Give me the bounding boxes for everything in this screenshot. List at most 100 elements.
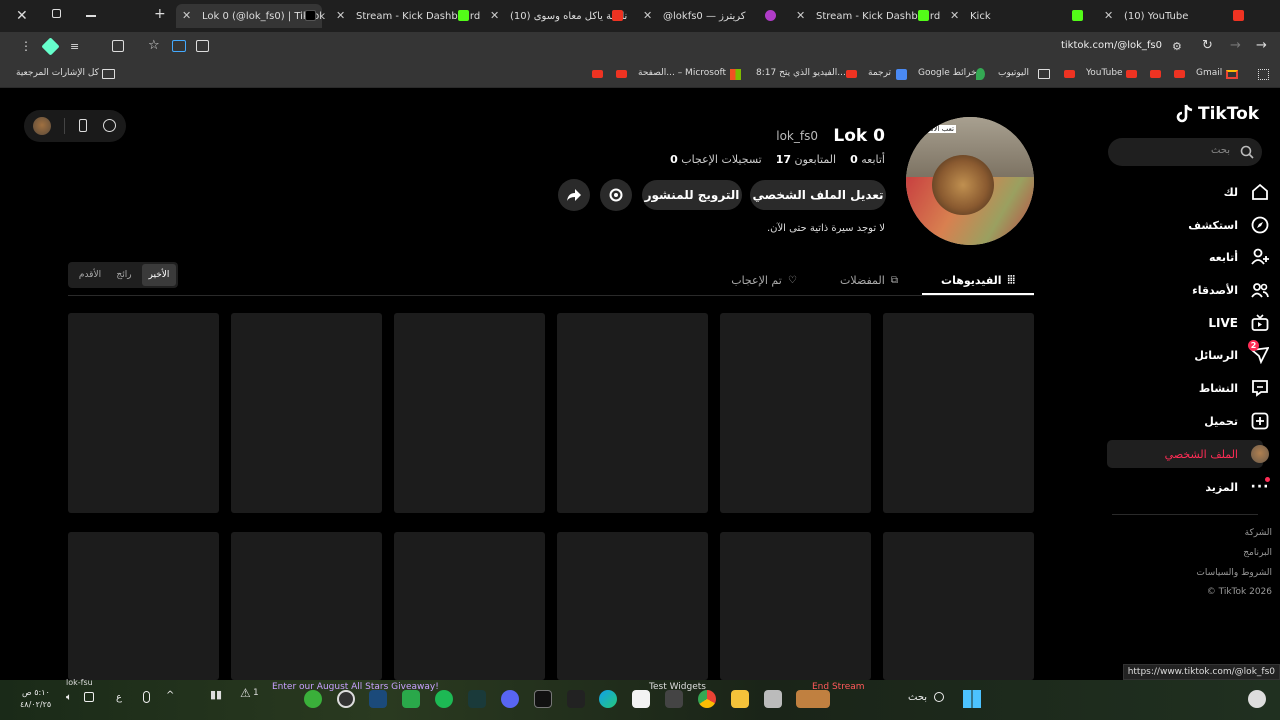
edit-profile-button[interactable]: تعديل الملف الشخصي <box>750 180 886 210</box>
back-icon[interactable]: → <box>1256 38 1267 53</box>
promote-post-button[interactable]: الترويج للمنشور <box>642 180 742 210</box>
window-restore-icon[interactable] <box>52 9 61 18</box>
tab-liked[interactable]: تم الإعجاب ♡ <box>714 266 814 294</box>
sidebar-item-messages[interactable]: الرسائل 2 <box>1120 340 1270 370</box>
video-card[interactable] <box>68 532 219 680</box>
sidebar-item-profile[interactable]: الملف الشخصي <box>1120 439 1270 469</box>
mini-avatar[interactable] <box>33 117 51 135</box>
video-card[interactable] <box>394 532 545 680</box>
sidebar-item-explore[interactable]: استكشف <box>1120 210 1270 240</box>
chart-widget-icon[interactable]: ▮▮ <box>210 688 222 701</box>
tiktok-logo[interactable]: TikTok <box>1176 104 1259 124</box>
compass-small-icon[interactable] <box>103 119 116 132</box>
tab-close-icon[interactable]: ✕ <box>336 10 348 22</box>
youtube-bookmark-icon[interactable] <box>616 70 627 78</box>
folder-app-icon[interactable] <box>731 690 749 708</box>
search-input[interactable]: بحث <box>1108 138 1262 166</box>
tab-kick-dashboard-2[interactable]: ✕ Stream - Kick Dashboard <box>790 4 940 28</box>
footer-company[interactable]: الشركة <box>1245 528 1272 538</box>
bookmark-translate[interactable]: ترجمة <box>868 68 891 78</box>
warning-icon[interactable]: ⚠ <box>240 686 251 700</box>
microphone-icon[interactable] <box>143 691 150 703</box>
windows-start-icon[interactable] <box>963 690 981 708</box>
phone-icon[interactable] <box>79 119 87 132</box>
window-close-icon[interactable]: ✕ <box>16 8 28 24</box>
sort-latest[interactable]: الأخير <box>142 264 176 286</box>
tray-chevron-icon[interactable]: ^ <box>166 690 174 701</box>
sidebar-item-live[interactable]: LIVE <box>1120 308 1270 338</box>
video-card[interactable] <box>720 313 871 513</box>
obs-app-icon[interactable] <box>337 690 355 708</box>
bookmark-video[interactable]: 8:17 الفيديو الذي يتح... <box>756 68 846 78</box>
taskbar-search[interactable]: بحث <box>900 690 954 708</box>
cast-icon[interactable] <box>172 40 186 52</box>
stat-following[interactable]: أتابعه 0 <box>850 153 885 166</box>
unity-app-icon[interactable] <box>665 690 683 708</box>
audio-app-icon[interactable] <box>468 690 486 708</box>
video-card[interactable] <box>68 313 219 513</box>
footer-terms[interactable]: الشروط والسياسات <box>1196 568 1272 578</box>
video-card[interactable] <box>557 313 708 513</box>
window-minimize-icon[interactable] <box>86 15 96 17</box>
bookmark-maps[interactable]: Google خرائط <box>918 68 977 78</box>
discord-app-icon[interactable] <box>501 690 519 708</box>
tab-close-icon[interactable]: ✕ <box>182 10 194 22</box>
sidebar-item-foryou[interactable]: لك <box>1120 177 1270 207</box>
menu-dots-icon[interactable]: ⋮ <box>20 40 32 52</box>
chat-app-icon[interactable] <box>402 690 420 708</box>
share-button[interactable] <box>558 179 590 211</box>
youtube-bookmark-icon[interactable] <box>846 70 857 78</box>
chrome-app-icon[interactable] <box>698 690 716 708</box>
youtube-bookmark-icon[interactable] <box>1150 70 1161 78</box>
speaker-icon[interactable]: 🔈︎ <box>66 692 72 703</box>
bookmark-star-icon[interactable]: ☆ <box>148 38 160 53</box>
clock-date[interactable]: ٤٨/٠٢/٢٥ <box>20 700 51 709</box>
edge-app-icon[interactable] <box>599 690 617 708</box>
video-card[interactable] <box>883 313 1034 513</box>
sidebar-item-upload[interactable]: تحميل <box>1120 406 1270 436</box>
bookmark-gmail[interactable]: Gmail <box>1196 68 1222 78</box>
bookmark-microsoft[interactable]: الصفحة... – Microsoft <box>638 68 726 78</box>
language-indicator[interactable]: ع <box>116 692 122 703</box>
steam-app-icon[interactable] <box>369 690 387 708</box>
all-bookmarks-folder-icon[interactable] <box>102 69 115 79</box>
tab-videos[interactable]: الفيديوهات ⦙⦙⦙ <box>922 266 1034 294</box>
tab-youtube-video[interactable]: ✕ (10) نادانة ياكل معاه وسوى <box>484 4 629 28</box>
network-icon[interactable] <box>84 692 94 702</box>
extension-icon[interactable] <box>41 37 60 56</box>
sidebar-item-friends[interactable]: الأصدقاء <box>1120 275 1270 305</box>
video-card[interactable] <box>231 313 382 513</box>
system-avatar[interactable] <box>1248 690 1266 708</box>
bookmark-youtube[interactable]: YouTube <box>1086 68 1123 78</box>
tab-close-icon[interactable]: ✕ <box>796 10 808 22</box>
video-card[interactable] <box>394 313 545 513</box>
youtube-bookmark-icon[interactable] <box>1174 70 1185 78</box>
video-card[interactable] <box>720 532 871 680</box>
translate-icon[interactable] <box>196 40 209 52</box>
clock-time[interactable]: ٥:١٠ ص <box>22 688 50 697</box>
footer-program[interactable]: البرنامج <box>1243 548 1272 558</box>
forward-icon[interactable]: → <box>1230 38 1241 53</box>
youtube-bookmark-icon[interactable] <box>592 70 603 78</box>
tab-creators[interactable]: ✕ @lokfs0 — كريترز <box>637 4 782 28</box>
address-bar[interactable]: tiktok.com/@lok_fs0 <box>1040 40 1162 51</box>
sidebar-item-activity[interactable]: النشاط <box>1120 373 1270 403</box>
tab-search-icon[interactable]: ≡ <box>70 40 79 53</box>
youtube-bookmark-icon[interactable] <box>1064 70 1075 78</box>
xbox-app-icon[interactable] <box>304 690 322 708</box>
video-card[interactable] <box>231 532 382 680</box>
spotify-app-icon[interactable] <box>435 690 453 708</box>
site-settings-icon[interactable]: ⚙ <box>1172 40 1182 53</box>
game-app-icon[interactable] <box>796 690 830 708</box>
new-tab-icon[interactable]: + <box>154 6 166 22</box>
all-bookmarks-link[interactable]: كل الإشارات المرجعية <box>16 68 99 78</box>
extensions-puzzle-icon[interactable] <box>112 40 124 52</box>
tab-kick[interactable]: ✕ Kick <box>944 4 1089 28</box>
tab-close-icon[interactable]: ✕ <box>1104 10 1116 22</box>
profile-avatar[interactable]: تعب الاسد <box>906 117 1034 245</box>
reload-icon[interactable]: ↻ <box>1202 38 1213 53</box>
tab-tiktok[interactable]: ✕ Lok 0 (@lok_fs0) | TikTok <box>176 4 325 28</box>
sort-popular[interactable]: رائج <box>108 264 140 286</box>
tab-close-icon[interactable]: ✕ <box>643 10 655 22</box>
bookmark-youtube-ar[interactable]: اليوتيوب <box>998 68 1029 78</box>
